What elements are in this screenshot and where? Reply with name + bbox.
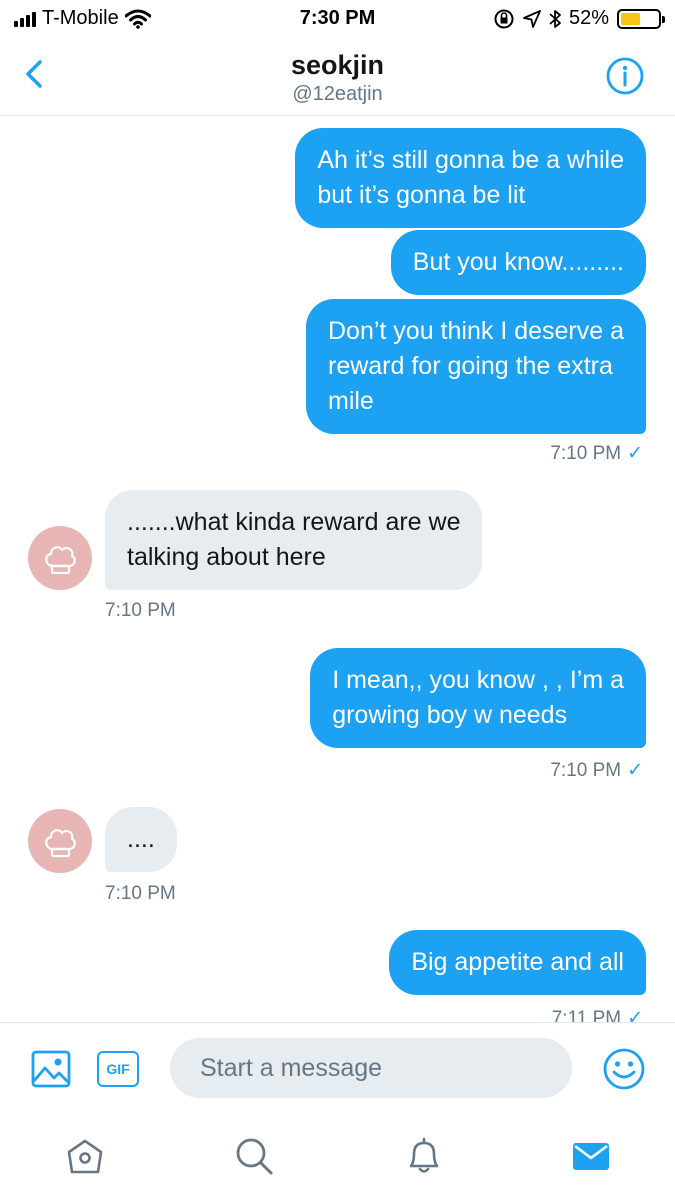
home-icon: [67, 1139, 103, 1174]
message-timestamp: 7:10 PM ✓: [550, 442, 643, 465]
message-timestamp: 7:10 PM: [105, 600, 176, 621]
tab-search[interactable]: [232, 1134, 276, 1178]
contact-handle: @12eatjin: [292, 83, 383, 105]
location-icon: [523, 9, 541, 28]
message-bubble-sent[interactable]: But you know.........: [390, 230, 646, 295]
avatar[interactable]: [28, 809, 92, 873]
chef-hat-icon: [45, 829, 76, 858]
messages-icon: [573, 1143, 609, 1170]
message-bubble-sent[interactable]: Ah it’s still gonna be a while but it’s …: [295, 128, 646, 228]
read-check-icon: ✓: [627, 760, 643, 781]
battery-percent: 52%: [568, 7, 609, 29]
message-bubble-sent[interactable]: Big appetite and all: [389, 930, 646, 995]
message-bubble-sent[interactable]: I mean,, you know , , I’m a growing boy …: [310, 648, 646, 748]
chef-hat-icon: [45, 546, 76, 575]
search-icon: [236, 1138, 273, 1175]
tab-home[interactable]: [63, 1134, 107, 1178]
status-bar-right: 52%: [493, 7, 665, 30]
bluetooth-icon: [549, 9, 561, 28]
battery-icon: [617, 8, 665, 29]
read-check-icon: ✓: [627, 443, 643, 464]
emoji-button[interactable]: [602, 1047, 646, 1091]
conversation-title[interactable]: seokjin @12eatjin: [0, 50, 675, 106]
notifications-icon: [409, 1137, 439, 1173]
orientation-lock-icon: [494, 9, 514, 28]
image-icon: [31, 1050, 71, 1088]
message-bubble-received[interactable]: ....: [105, 807, 177, 872]
message-thread[interactable]: Ah it’s still gonna be a while but it’s …: [0, 117, 675, 1022]
timestamp-text: 7:10 PM: [550, 443, 622, 464]
gif-button[interactable]: GIF: [97, 1051, 139, 1087]
timestamp-text: 7:11 PM: [551, 1008, 622, 1022]
battery-fill: [621, 12, 640, 25]
message-composer: GIF: [0, 1022, 675, 1114]
info-icon: [606, 57, 644, 95]
add-photo-button[interactable]: [31, 1049, 71, 1089]
conversation-header: seokjin @12eatjin: [0, 40, 675, 116]
message-bubble-sent[interactable]: Don’t you think I deserve a reward for g…: [306, 299, 646, 434]
tab-bar: [0, 1114, 675, 1200]
message-timestamp: 7:10 PM: [105, 883, 176, 904]
message-bubble-received[interactable]: .......what kinda reward are we talking …: [105, 490, 483, 590]
avatar[interactable]: [28, 526, 92, 590]
tab-messages[interactable]: [569, 1134, 613, 1178]
tab-notifications[interactable]: [402, 1134, 446, 1178]
info-button[interactable]: [605, 56, 645, 96]
status-bar: T-Mobile 7:30 PM 52%: [0, 0, 675, 40]
contact-name: seokjin: [290, 50, 385, 80]
read-check-icon: ✓: [627, 1008, 643, 1022]
emoji-icon: [603, 1048, 645, 1090]
timestamp-text: 7:10 PM: [550, 760, 622, 781]
message-timestamp: 7:10 PM ✓: [550, 759, 643, 782]
message-input[interactable]: [170, 1038, 572, 1098]
message-timestamp: 7:11 PM ✓: [552, 1007, 643, 1022]
